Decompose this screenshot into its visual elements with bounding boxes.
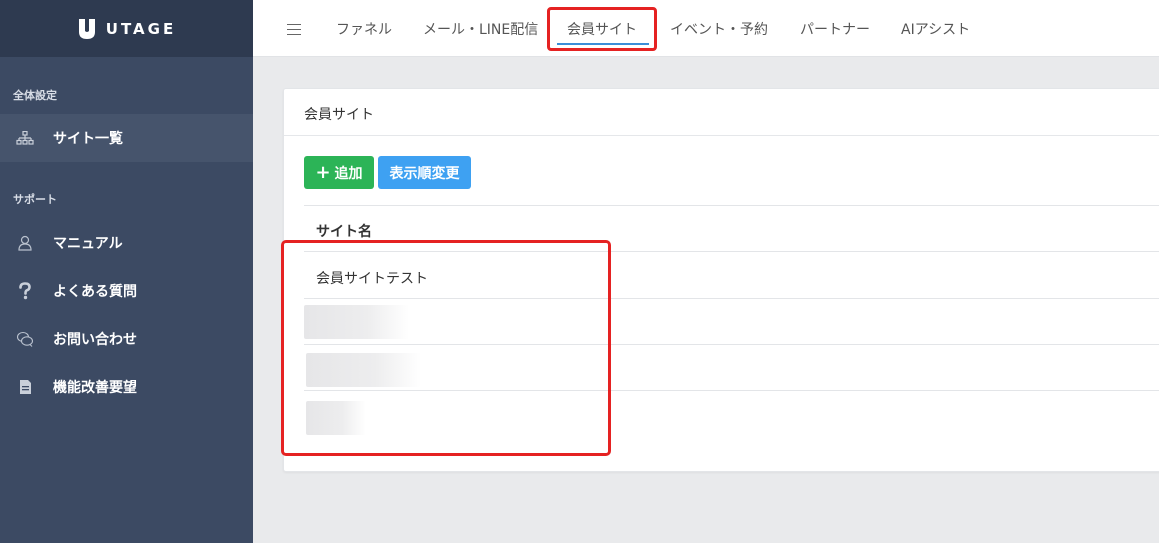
- top-navbar: ファネル メール・LINE配信 会員サイト イベント・予約 パートナー AIアシ…: [253, 0, 1159, 57]
- sitemap-icon: [15, 131, 35, 145]
- tab-mail-line[interactable]: メール・LINE配信: [423, 19, 538, 39]
- tab-funnel[interactable]: ファネル: [336, 19, 392, 39]
- table-header-site-name: サイト名: [316, 224, 372, 240]
- chat-icon: [15, 331, 35, 347]
- reorder-button-label: 表示順変更: [389, 165, 460, 182]
- logo[interactable]: UTAGE: [0, 0, 253, 57]
- utage-logo-icon: [78, 18, 95, 39]
- tab-partner[interactable]: パートナー: [800, 19, 870, 39]
- highlight-box-tab: [547, 7, 657, 51]
- sidebar-item-label: よくある質問: [53, 284, 137, 300]
- sidebar-item-contact[interactable]: お問い合わせ: [0, 315, 253, 363]
- tab-ai-assist[interactable]: AIアシスト: [901, 19, 970, 39]
- add-button[interactable]: + 追加: [304, 156, 374, 189]
- sidebar-item-label: 機能改善要望: [53, 380, 137, 396]
- user-icon: [15, 235, 35, 251]
- sidebar-item-site-list[interactable]: サイト一覧: [0, 114, 253, 162]
- section-label-general-settings: 全体設定: [13, 89, 57, 102]
- section-label-support: サポート: [13, 193, 57, 206]
- table-top-border: [304, 205, 1159, 206]
- tab-event-booking[interactable]: イベント・予約: [670, 19, 768, 39]
- document-icon: [15, 379, 35, 395]
- add-button-label: 追加: [334, 165, 363, 182]
- sidebar-item-label: サイト一覧: [53, 131, 123, 147]
- plus-icon: +: [315, 161, 331, 183]
- sidebar-item-label: お問い合わせ: [53, 332, 137, 348]
- question-icon: [15, 282, 35, 300]
- sidebar-item-faq[interactable]: よくある質問: [0, 267, 253, 315]
- sidebar: UTAGE 全体設定 サイト一覧 サポート マニュアル よくある質問 お問い合わ…: [0, 0, 253, 543]
- brand-name: UTAGE: [105, 19, 177, 38]
- sidebar-item-feature-request[interactable]: 機能改善要望: [0, 363, 253, 411]
- hamburger-menu-icon[interactable]: [287, 24, 301, 39]
- sidebar-item-manual[interactable]: マニュアル: [0, 219, 253, 267]
- card-title: 会員サイト: [304, 107, 374, 123]
- reorder-button[interactable]: 表示順変更: [378, 156, 471, 189]
- sidebar-item-label: マニュアル: [53, 236, 123, 252]
- card-divider: [284, 135, 1159, 136]
- highlight-box-site-list: [281, 240, 611, 456]
